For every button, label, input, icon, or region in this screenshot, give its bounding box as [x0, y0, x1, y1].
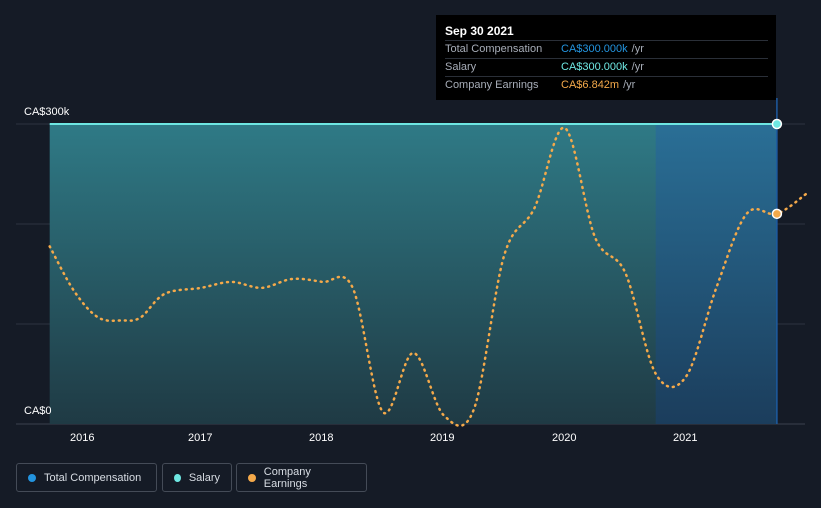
tooltip-label: Company Earnings	[445, 79, 539, 91]
legend-label: Salary	[188, 471, 220, 484]
earnings-marker	[771, 208, 783, 220]
legend-label: Total Compensation	[44, 471, 142, 484]
salary-marker	[771, 118, 783, 130]
total-compensation-dot-icon	[28, 473, 36, 482]
tooltip-value: CA$300.000k	[561, 43, 628, 55]
x-tick-label-2018: 2018	[309, 432, 334, 444]
y-tick-label-top: CA$300k	[24, 106, 70, 118]
x-tick-label-2019: 2019	[430, 432, 455, 444]
tooltip-date: Sep 30 2021	[445, 24, 514, 38]
tooltip-label: Total Compensation	[445, 43, 543, 55]
x-tick-label-2016: 2016	[70, 432, 95, 444]
salary-dot-icon	[174, 473, 181, 482]
x-tick-label-2021: 2021	[673, 432, 698, 444]
legend-label: Company Earnings	[263, 465, 311, 490]
hover-tooltip: Sep 30 2021 Total Compensation CA$300.00…	[436, 15, 776, 100]
total-compensation-area-recent	[655, 124, 777, 424]
tooltip-unit: /yr	[631, 61, 644, 73]
y-tick-label-bottom: CA$0	[24, 405, 52, 417]
company-earnings-dot-icon	[248, 473, 256, 482]
x-tick-label-2017: 2017	[188, 432, 213, 444]
x-tick-label-2020: 2020	[552, 432, 577, 444]
legend-item-salary[interactable]: Salary	[162, 463, 232, 492]
tooltip-value: CA$300.000k	[561, 61, 628, 73]
legend-item-total-compensation[interactable]: Total Compensation	[16, 463, 157, 492]
tooltip-row-salary: Salary CA$300.000k /yr	[445, 58, 768, 76]
tooltip-row-company-earnings: Company Earnings CA$6.842m /yr	[445, 76, 768, 94]
tooltip-value: CA$6.842m	[561, 79, 620, 91]
tooltip-unit: /yr	[631, 43, 644, 55]
tooltip-row-total-compensation: Total Compensation CA$300.000k /yr	[445, 40, 768, 58]
tooltip-unit: /yr	[623, 79, 636, 91]
tooltip-label: Salary	[445, 61, 477, 73]
legend-item-company-earnings[interactable]: Company Earnings	[236, 463, 367, 492]
